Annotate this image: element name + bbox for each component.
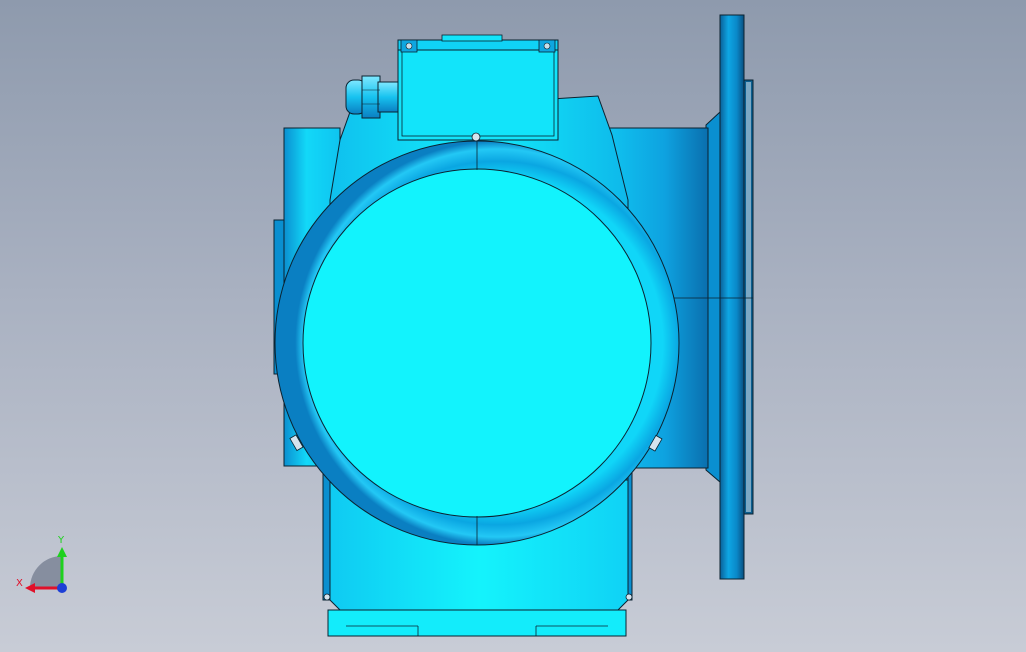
coordinate-triad: Y X xyxy=(16,535,67,593)
y-axis-label: Y xyxy=(57,535,65,546)
x-axis-label: X xyxy=(16,578,23,589)
cad-viewport[interactable]: Y X xyxy=(0,0,1026,652)
z-axis-dot xyxy=(57,583,67,593)
